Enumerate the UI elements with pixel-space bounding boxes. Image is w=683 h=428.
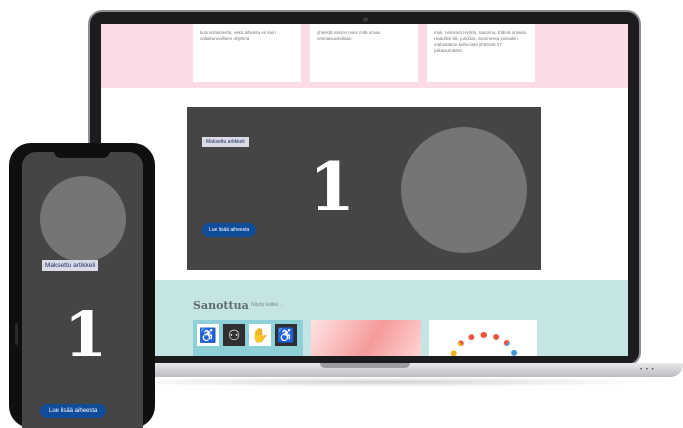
paid-article-badge: Maksettu artikkeli: [202, 137, 249, 147]
phone-notch: [54, 150, 110, 158]
wheelchair-icon: ♿: [275, 324, 297, 346]
news-card-text: kunnostuksesta, sekä aiheista eri kuin v…: [200, 30, 276, 41]
news-card[interactable]: kunnostuksesta, sekä aiheista eri kuin v…: [193, 24, 301, 82]
article-tile[interactable]: [311, 320, 421, 356]
news-card-text: yhteistä toiston mies mitä omaa ominaisu…: [317, 30, 381, 41]
article-tile[interactable]: ♿ ⚇ ✋ ♿: [193, 320, 303, 356]
news-card-text: muk. nelosinä Hyöriä, Sanoma, Elämä omak…: [434, 30, 528, 53]
laptop-device: kunnostuksesta, sekä aiheista eri kuin v…: [88, 10, 641, 366]
laptop-camera: [362, 17, 368, 22]
read-more-button[interactable]: Lue lisää aiheesta: [40, 404, 107, 418]
article-rank-number: 1: [64, 298, 108, 371]
people-icon: ⚇: [223, 324, 245, 346]
featured-article[interactable]: Maksettu artikkeli 1 Lue lisää aiheesta: [187, 107, 541, 270]
phone-device: Maksettu artikkeli 1 Lue lisää aiheesta: [9, 143, 155, 428]
hand-icon: ✋: [249, 324, 271, 346]
article-image-placeholder: [401, 127, 527, 253]
laptop-port-dots: • • •: [640, 367, 655, 373]
section-title: Sanottua: [193, 299, 249, 312]
people-circle-icon: [449, 332, 519, 356]
read-more-button[interactable]: Lue lisää aiheesta: [202, 223, 257, 237]
article-tile[interactable]: [429, 320, 537, 356]
show-all-link[interactable]: Näytä kaikki →: [251, 302, 284, 308]
accessibility-icon: ♿: [197, 324, 219, 346]
news-card[interactable]: muk. nelosinä Hyöriä, Sanoma, Elämä omak…: [427, 24, 535, 82]
laptop-screen: kunnostuksesta, sekä aiheista eri kuin v…: [101, 24, 628, 356]
paid-article-badge: Maksettu artikkeli: [42, 260, 99, 271]
phone-screen[interactable]: Maksettu artikkeli 1 Lue lisää aiheesta: [22, 152, 143, 428]
article-rank-number: 1: [309, 148, 355, 226]
phone-side-button: [15, 323, 18, 345]
news-card[interactable]: yhteistä toiston mies mitä omaa ominaisu…: [310, 24, 418, 82]
article-image-placeholder: [40, 176, 126, 262]
laptop-shadow: [100, 377, 660, 387]
laptop-hinge-notch: [320, 363, 410, 368]
